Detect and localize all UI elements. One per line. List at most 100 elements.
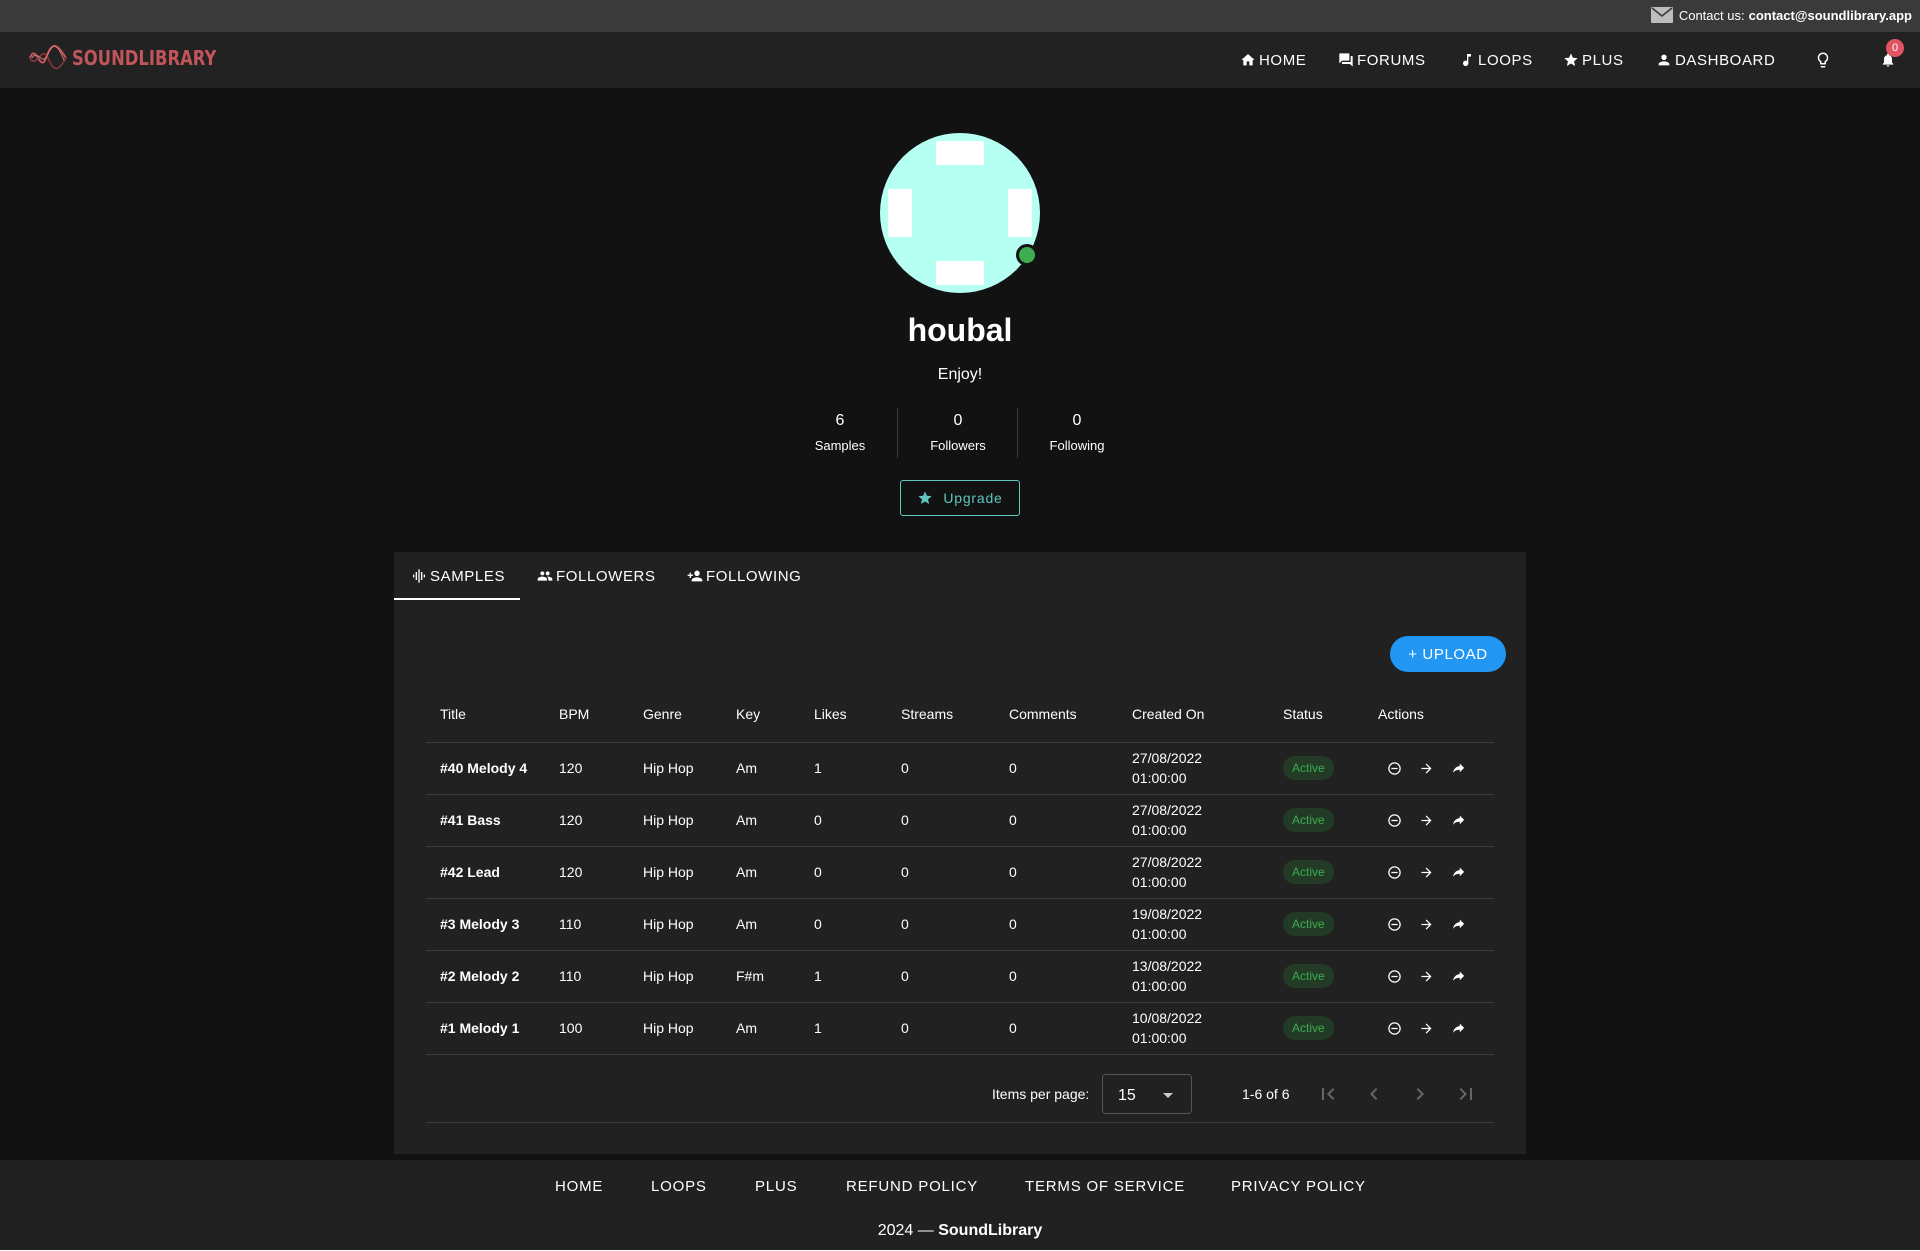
stat-following-value: 0: [1072, 412, 1082, 429]
items-per-page-select[interactable]: 15: [1102, 1074, 1192, 1114]
copyright-brand: SoundLibrary: [938, 1222, 1043, 1239]
sample-title[interactable]: #41 Bass: [440, 810, 501, 830]
tab-following[interactable]: FOLLOWING: [686, 552, 801, 600]
row-actions: [1378, 807, 1494, 833]
share-button[interactable]: [1442, 755, 1474, 781]
cell-title[interactable]: #40 Melody 4: [426, 742, 545, 795]
next-page-button[interactable]: [1408, 1082, 1432, 1106]
nav-loops[interactable]: LOOPS: [1459, 32, 1533, 88]
contact-info: Contact us: contact@soundlibrary.app: [1650, 7, 1912, 23]
row-actions: [1378, 911, 1494, 937]
open-button[interactable]: [1410, 859, 1442, 885]
logo[interactable]: SOUNDLIBRARY: [28, 40, 248, 76]
home-icon: [1241, 54, 1255, 66]
first-page-icon: [1322, 1088, 1335, 1100]
sample-title[interactable]: #40 Melody 4: [440, 758, 527, 778]
logo-text: SOUNDLIBRARY: [72, 46, 217, 70]
group-icon: [537, 571, 553, 581]
forum-icon: [1339, 53, 1353, 67]
status-badge: Active: [1283, 756, 1334, 780]
cell-title[interactable]: #1 Melody 1: [426, 1002, 545, 1055]
column-header-streams[interactable]: Streams: [887, 686, 995, 743]
cell-status: Active: [1269, 950, 1364, 1003]
footer-link-plus[interactable]: PLUS: [755, 1178, 797, 1195]
status-badge: Active: [1283, 860, 1334, 884]
cell-key: Am: [722, 794, 800, 847]
cell-title[interactable]: #41 Bass: [426, 794, 545, 847]
table-row[interactable]: #3 Melody 3 110 Hip Hop Am 0 0 0 19/08/2022 01:0…: [426, 898, 1494, 951]
cell-streams: 0: [887, 742, 995, 795]
notification-count-badge: 0: [1886, 39, 1904, 57]
cell-title[interactable]: #3 Melody 3: [426, 898, 545, 951]
column-header-status[interactable]: Status: [1269, 686, 1364, 743]
previous-page-button[interactable]: [1362, 1082, 1386, 1106]
upload-button[interactable]: + UPLOAD: [1390, 636, 1506, 672]
profile-username: houbal: [907, 312, 1013, 348]
column-header-likes[interactable]: Likes: [800, 686, 887, 743]
cell-title[interactable]: #2 Melody 2: [426, 950, 545, 1003]
column-header-created-on[interactable]: Created On: [1118, 686, 1269, 743]
arrow-forward-icon: [1421, 919, 1431, 929]
column-header-title[interactable]: Title: [426, 686, 545, 743]
column-header-genre[interactable]: Genre: [629, 686, 722, 743]
share-button[interactable]: [1442, 1015, 1474, 1041]
share-button[interactable]: [1442, 859, 1474, 885]
stat-samples-value: 6: [835, 412, 845, 429]
cell-title[interactable]: #42 Lead: [426, 846, 545, 899]
first-page-button[interactable]: [1316, 1082, 1340, 1106]
share-button[interactable]: [1442, 807, 1474, 833]
footer-link-privacy-policy[interactable]: PRIVACY POLICY: [1231, 1178, 1366, 1195]
nav-forums[interactable]: FORUMS: [1338, 32, 1426, 88]
sample-title[interactable]: #2 Melody 2: [440, 966, 519, 986]
remove-button[interactable]: [1378, 755, 1410, 781]
tab-samples-label: SAMPLES: [430, 567, 506, 585]
column-header-comments[interactable]: Comments: [995, 686, 1118, 743]
column-header-key[interactable]: Key: [722, 686, 800, 743]
share-button[interactable]: [1442, 911, 1474, 937]
sample-title[interactable]: #3 Melody 3: [440, 914, 519, 934]
row-actions: [1378, 1015, 1494, 1041]
open-button[interactable]: [1410, 807, 1442, 833]
share-icon: [1452, 815, 1464, 825]
open-button[interactable]: [1410, 911, 1442, 937]
footer-link-home[interactable]: HOME: [555, 1178, 603, 1195]
footer-link-terms-of-service[interactable]: TERMS OF SERVICE: [1025, 1178, 1185, 1195]
tab-samples[interactable]: SAMPLES: [410, 552, 505, 600]
table-row[interactable]: #2 Melody 2 110 Hip Hop F#m 1 0 0 13/08/2022 01:…: [426, 950, 1494, 1003]
remove-circle-icon: [1387, 761, 1401, 775]
footer-link-loops[interactable]: LOOPS: [651, 1178, 707, 1195]
created-date: 10/08/2022: [1132, 1010, 1203, 1026]
avatar-block: [936, 141, 984, 165]
cell-likes: 0: [800, 846, 887, 899]
column-header-bpm[interactable]: BPM: [545, 686, 629, 743]
remove-button[interactable]: [1378, 807, 1410, 833]
upgrade-button[interactable]: Upgrade: [900, 480, 1020, 516]
table-row[interactable]: #42 Lead 120 Hip Hop Am 0 0 0 27/08/2022 01:00:0…: [426, 846, 1494, 899]
cell-status: Active: [1269, 898, 1364, 951]
sample-title[interactable]: #42 Lead: [440, 862, 500, 882]
theme-toggle-button[interactable]: [1814, 32, 1835, 88]
table-row[interactable]: #1 Melody 1 100 Hip Hop Am 1 0 0 10/08/2022 01:0…: [426, 1002, 1494, 1055]
nav-plus[interactable]: PLUS: [1563, 32, 1624, 88]
remove-button[interactable]: [1378, 1015, 1410, 1041]
tab-followers[interactable]: FOLLOWERS: [536, 552, 656, 600]
nav-dashboard[interactable]: DASHBOARD: [1656, 32, 1775, 88]
footer-link-refund-policy[interactable]: REFUND POLICY: [846, 1178, 978, 1195]
column-header-actions: Actions: [1364, 686, 1494, 743]
table-row[interactable]: #40 Melody 4 120 Hip Hop Am 1 0 0 27/08/2022 01:…: [426, 742, 1494, 795]
remove-button[interactable]: [1378, 859, 1410, 885]
open-button[interactable]: [1410, 963, 1442, 989]
share-icon: [1452, 763, 1464, 773]
row-actions: [1378, 755, 1494, 781]
nav-home[interactable]: HOME: [1240, 32, 1306, 88]
contact-email-link[interactable]: contact@soundlibrary.app: [1749, 8, 1912, 23]
open-button[interactable]: [1410, 1015, 1442, 1041]
table-row[interactable]: #41 Bass 120 Hip Hop Am 0 0 0 27/08/2022 01:00:0…: [426, 794, 1494, 847]
share-button[interactable]: [1442, 963, 1474, 989]
sample-title[interactable]: #1 Melody 1: [440, 1018, 519, 1038]
remove-button[interactable]: [1378, 911, 1410, 937]
open-button[interactable]: [1410, 755, 1442, 781]
cell-key: Am: [722, 1002, 800, 1055]
remove-button[interactable]: [1378, 963, 1410, 989]
last-page-button[interactable]: [1454, 1082, 1478, 1106]
